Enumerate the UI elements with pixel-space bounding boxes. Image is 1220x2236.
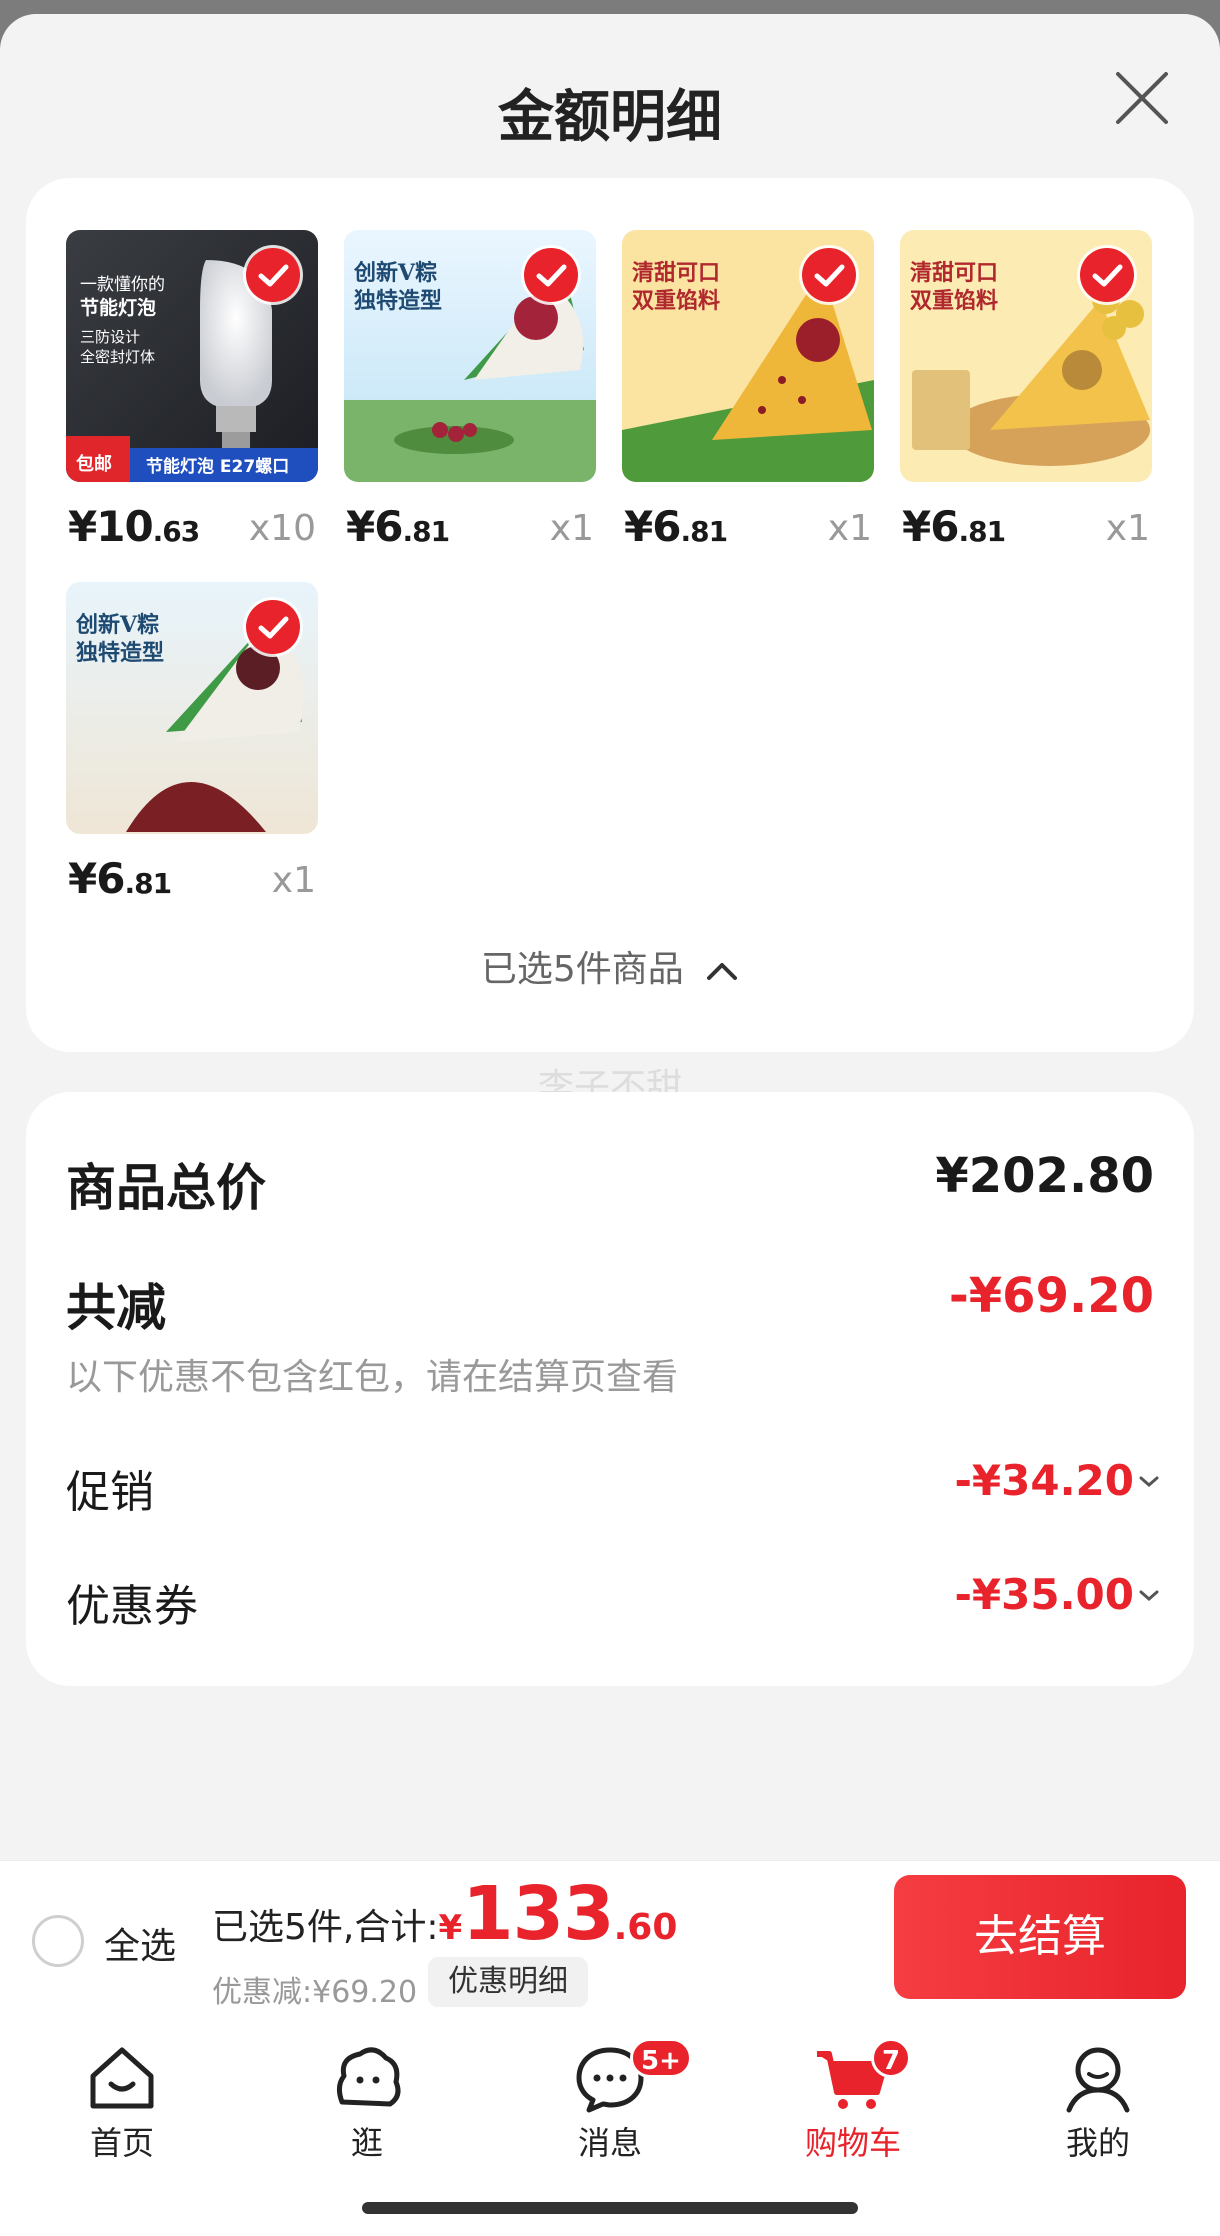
- browse-icon: [336, 2047, 401, 2107]
- art-text: 独特造型: [354, 288, 442, 314]
- product-price: ¥10.63: [68, 502, 200, 551]
- art-text: 一款懂你的: [80, 275, 165, 295]
- close-icon[interactable]: [1112, 68, 1172, 128]
- product-quantity: x1: [549, 508, 594, 549]
- product-image: 创新V粽 独特造型: [66, 582, 318, 834]
- total-price-label: 商品总价: [66, 1159, 266, 1217]
- selected-prefix: 已选5件,合计:: [212, 1907, 439, 1948]
- promo-label: 促销: [66, 1467, 154, 1518]
- message-badge: 5+: [630, 2038, 692, 2078]
- art-text: 独特造型: [76, 640, 164, 666]
- selected-count-label: 已选5件商品: [480, 949, 684, 990]
- coupon-label: 优惠券: [66, 1581, 198, 1632]
- product-image: 一款懂你的 节能灯泡 三防设计 全密封灯体 包邮 节能灯泡 E27螺口: [66, 230, 318, 482]
- total-integer: 133: [462, 1871, 614, 1957]
- discount-note: 以下优惠不包含红包，请在结算页查看: [66, 1357, 679, 1398]
- product-item[interactable]: 一款懂你的 节能灯泡 三防设计 全密封灯体 包邮 节能灯泡 E27螺口 ¥10.…: [66, 230, 318, 551]
- home-indicator: [362, 2202, 858, 2214]
- product-price: ¥6.81: [346, 502, 450, 551]
- tab-label: 逛: [350, 2124, 383, 2162]
- product-item[interactable]: 创新V粽 独特造型 ¥6.81 x1: [344, 230, 596, 551]
- home-icon: [90, 2047, 154, 2109]
- product-price: ¥6.81: [624, 502, 728, 551]
- art-text: 清甜可口: [910, 260, 998, 286]
- art-text: 清甜可口: [632, 260, 720, 286]
- total-decimal: .60: [613, 1907, 678, 1948]
- tab-profile[interactable]: 我的: [1008, 2042, 1188, 2164]
- product-price: ¥6.81: [902, 502, 1006, 551]
- tab-browse[interactable]: 逛: [277, 2042, 457, 2164]
- collapse-toggle[interactable]: 已选5件商品: [26, 940, 1194, 992]
- discount-amount: 优惠减:¥69.20: [212, 1975, 418, 2010]
- checkout-button[interactable]: 去结算: [894, 1875, 1186, 1999]
- promo-value: -¥34.20: [954, 1456, 1134, 1505]
- check-icon[interactable]: [1080, 248, 1134, 302]
- tab-label: 购物车: [804, 2124, 901, 2162]
- product-image: 创新V粽 独特造型: [344, 230, 596, 482]
- check-icon[interactable]: [246, 600, 300, 654]
- amount-detail-sheet: 金额明细 一款懂你的 节能灯泡 三防设计 全密封灯体 包邮 节能灯泡 E27螺口…: [0, 14, 1220, 2236]
- free-shipping-tag: 包邮: [76, 453, 112, 475]
- total-line: 已选5件,合计:¥133.60: [212, 1871, 677, 1957]
- total-reduction-label: 共减: [66, 1279, 166, 1337]
- total-reduction-value: -¥69.20: [948, 1268, 1154, 1324]
- check-icon[interactable]: [524, 248, 578, 302]
- select-all-radio[interactable]: [32, 1915, 84, 1967]
- products-card: 一款懂你的 节能灯泡 三防设计 全密封灯体 包邮 节能灯泡 E27螺口 ¥10.…: [26, 178, 1194, 1052]
- discount-detail-button[interactable]: 优惠明细: [428, 1957, 588, 2007]
- art-text: 三防设计: [80, 328, 140, 346]
- chevron-down-icon: [1139, 1476, 1159, 1487]
- product-item[interactable]: 清甜可口 双重馅料 ¥6.81 x1: [622, 230, 874, 551]
- product-image: 清甜可口 双重馅料: [900, 230, 1152, 482]
- price-summary-card: 商品总价 ¥202.80 共减 -¥69.20 以下优惠不包含红包，请在结算页查…: [26, 1092, 1194, 1686]
- product-price: ¥6.81: [68, 854, 172, 903]
- tab-label: 消息: [577, 2124, 642, 2162]
- art-text: 节能灯泡: [80, 296, 156, 319]
- select-all-label[interactable]: 全选: [104, 1917, 176, 1969]
- tab-messages[interactable]: 5+ 消息: [520, 2038, 700, 2164]
- art-text: 创新V粽: [353, 260, 437, 286]
- product-quantity: x1: [1105, 508, 1150, 549]
- checkout-bar: 全选 已选5件,合计:¥133.60 优惠减:¥69.20 优惠明细 去结算: [0, 1860, 1220, 2020]
- product-quantity: x10: [248, 508, 316, 549]
- art-text: 双重馅料: [632, 288, 720, 314]
- sheet-title: 金额明细: [498, 85, 722, 150]
- product-image: 清甜可口 双重馅料: [622, 230, 874, 482]
- check-icon[interactable]: [802, 248, 856, 302]
- total-price-value: ¥202.80: [935, 1148, 1154, 1204]
- product-item[interactable]: 创新V粽 独特造型 ¥6.81 x1: [66, 582, 318, 903]
- check-icon[interactable]: [246, 248, 300, 302]
- chevron-up-icon: [707, 963, 738, 980]
- currency-symbol: ¥: [438, 1908, 463, 1948]
- art-text: 创新V粽: [75, 612, 159, 638]
- profile-icon: [1066, 2047, 1130, 2113]
- product-quantity: x1: [827, 508, 872, 549]
- art-caption: 节能灯泡 E27螺口: [146, 456, 289, 477]
- tab-home[interactable]: 首页: [32, 2042, 212, 2164]
- tab-label: 首页: [89, 2124, 154, 2162]
- art-text: 双重馅料: [910, 288, 998, 314]
- art-text: 全密封灯体: [80, 348, 155, 366]
- cart-badge: 7: [871, 2038, 912, 2078]
- product-item[interactable]: 清甜可口 双重馅料 ¥6.81 x1: [900, 230, 1152, 551]
- tab-label: 我的: [1065, 2124, 1130, 2162]
- tab-cart[interactable]: 7 购物车: [763, 2038, 943, 2164]
- coupon-value: -¥35.00: [954, 1570, 1134, 1619]
- chevron-down-icon: [1139, 1590, 1159, 1601]
- product-quantity: x1: [271, 860, 316, 901]
